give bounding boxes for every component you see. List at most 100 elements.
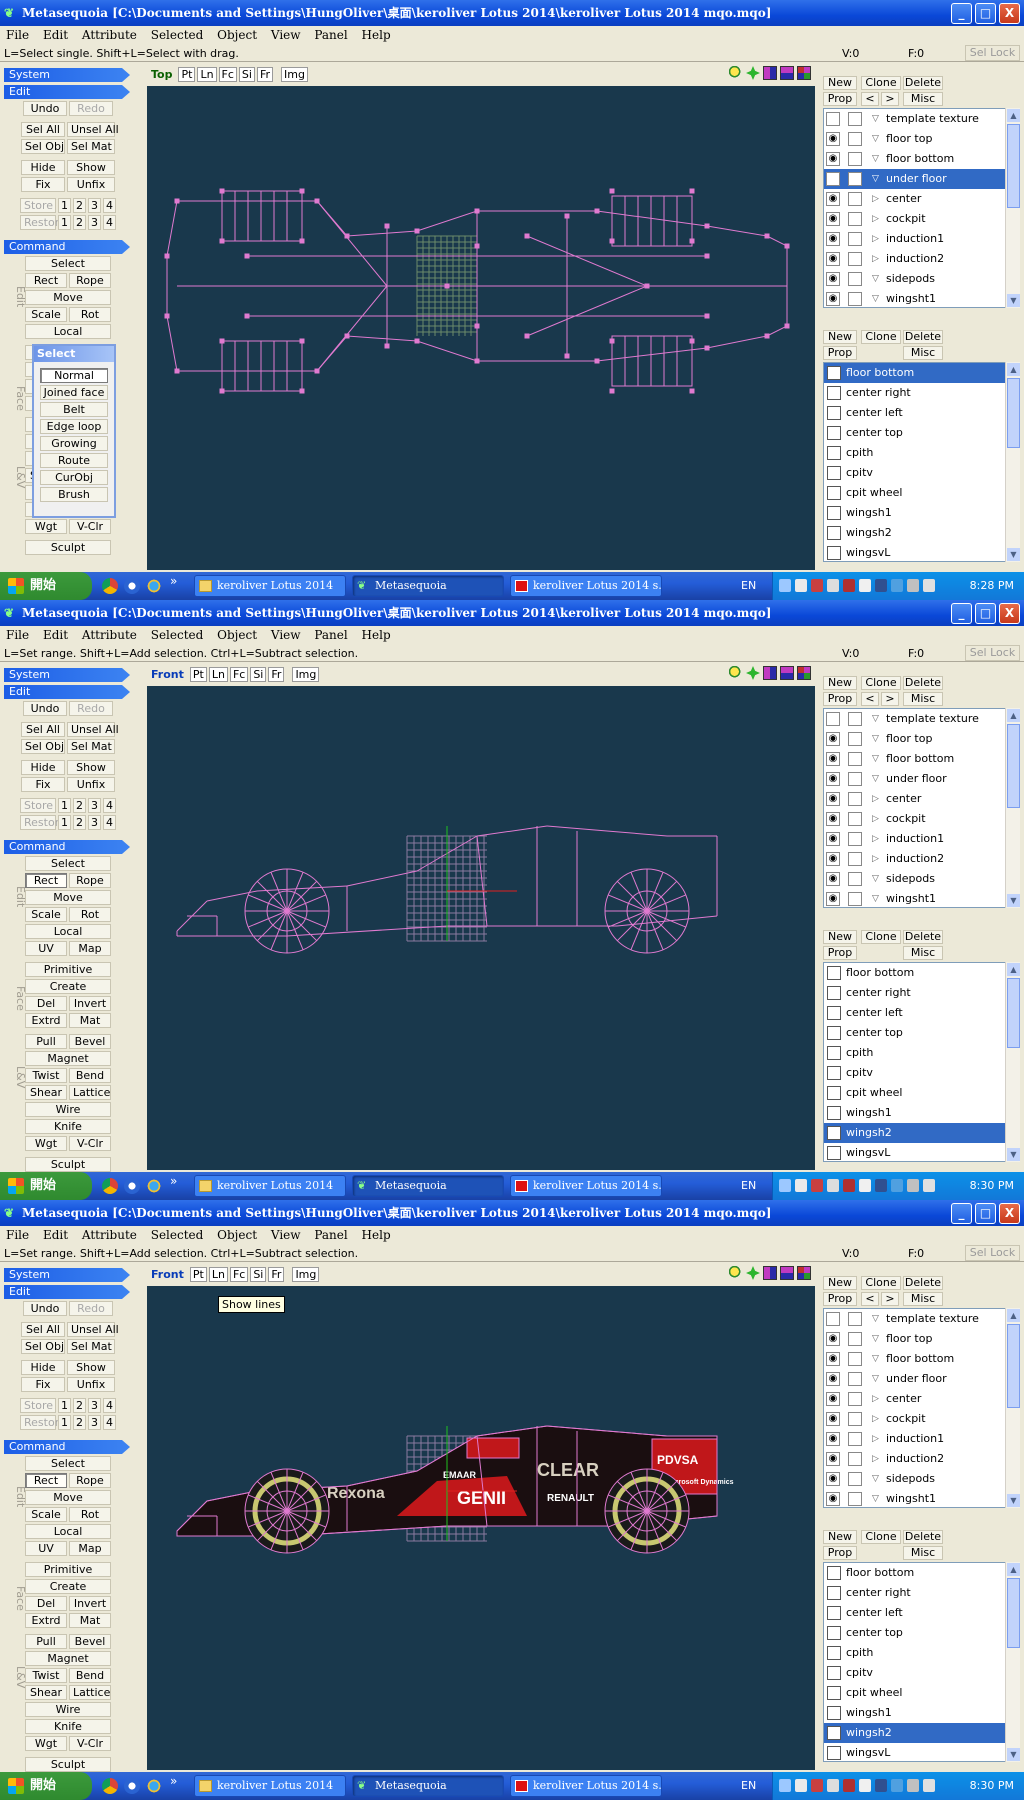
visibility-eye-icon[interactable]: ◉ [826,852,840,866]
object-list-scrollbar[interactable]: ▲ ▼ [1005,708,1020,908]
single-view-icon[interactable] [763,1266,777,1280]
lock-toggle[interactable] [848,1372,862,1386]
select-all-button[interactable]: Sel All [21,722,65,737]
collapse-arrow-icon[interactable]: ▽ [872,149,879,169]
task-image[interactable]: keroliver Lotus 2014 s... [510,1775,662,1797]
fix-button[interactable]: Fix [21,177,65,192]
volume-icon[interactable] [827,1779,839,1792]
material-checkbox[interactable] [827,426,841,440]
delete-command-button[interactable]: Del [25,996,67,1011]
image-toggle[interactable]: Img [292,1266,320,1282]
restore-slot-1[interactable]: 1 [58,215,71,230]
restore-button[interactable]: Restore [20,215,66,230]
collapse-arrow-icon[interactable]: ▽ [872,749,879,769]
silhouette-toggle[interactable]: Si [250,1266,267,1282]
select-option-button[interactable]: CurObj [40,470,108,485]
unselect-all-button[interactable]: Unsel All [67,722,119,737]
material-list-scrollbar[interactable]: ▲ ▼ [1005,362,1020,562]
select-material-button[interactable]: Sel Mat [67,739,115,754]
rotate-command-button[interactable]: Rot [69,307,111,322]
edit-header[interactable]: Edit [4,1285,130,1299]
viewport-canvas[interactable] [147,686,815,1170]
material-checkbox[interactable] [827,1086,841,1100]
material-new-button[interactable]: New [823,930,857,944]
scale-command-button[interactable]: Scale [25,907,67,922]
zoom-icon[interactable] [729,666,743,680]
material-checkbox[interactable] [827,966,841,980]
menu-panel[interactable]: Panel [314,1228,347,1242]
visibility-eye-icon[interactable] [826,112,840,126]
select-option-button[interactable]: Growing [40,436,108,451]
lock-toggle[interactable] [848,872,862,886]
monitor-icon[interactable] [875,1779,887,1792]
expand-arrow-icon[interactable]: ▷ [872,789,879,809]
visibility-eye-icon[interactable] [826,712,840,726]
unfix-button[interactable]: Unfix [67,777,115,792]
scroll-thumb[interactable] [1007,978,1020,1048]
lock-toggle[interactable] [848,772,862,786]
object-row[interactable]: ◉ ▽ floor top [824,729,1005,749]
sculpt-command-button[interactable]: Sculpt [25,1157,111,1172]
show-lines-toggle[interactable]: Ln [208,1266,228,1282]
object-row[interactable]: ◉ ▽ floor top [824,129,1005,149]
lock-toggle[interactable] [848,1312,862,1326]
single-view-icon[interactable] [763,66,777,80]
chat-icon[interactable] [923,579,935,592]
rope-mode-button[interactable]: Rope [69,273,111,288]
local-command-button[interactable]: Local [25,924,111,939]
restore-slot-4[interactable]: 4 [103,815,116,830]
map-command-button[interactable]: Map [69,1541,111,1556]
material-row[interactable]: center left [824,1603,1005,1623]
silhouette-toggle[interactable]: Si [250,666,267,682]
quad-view-icon[interactable] [797,666,811,680]
material-checkbox[interactable] [827,1726,841,1740]
move-command-button[interactable]: Move [25,890,111,905]
weight-command-button[interactable]: Wgt [25,519,67,534]
maximize-button[interactable]: □ [975,1203,996,1224]
material-command-button[interactable]: Mat [69,1013,111,1028]
material-new-button[interactable]: New [823,1530,857,1544]
pan-icon[interactable] [746,1266,760,1280]
chrome-icon[interactable] [102,1178,118,1194]
visibility-eye-icon[interactable]: ◉ [826,732,840,746]
material-list-scrollbar[interactable]: ▲ ▼ [1005,962,1020,1162]
object-row[interactable]: ◉ ▽ under floor [824,1369,1005,1389]
restore-slot-1[interactable]: 1 [58,1415,71,1430]
visibility-eye-icon[interactable]: ◉ [826,872,840,886]
command-header[interactable]: Command [4,840,130,854]
visibility-eye-icon[interactable]: ◉ [826,152,840,166]
lock-toggle[interactable] [848,1452,862,1466]
vertex-color-command-button[interactable]: V-Clr [69,1136,111,1151]
expand-arrow-icon[interactable]: ▷ [872,1389,879,1409]
hide-button[interactable]: Hide [21,160,65,175]
material-row[interactable]: cpitv [824,1663,1005,1683]
visibility-eye-icon[interactable]: ◉ [826,172,840,186]
object-prev-button[interactable]: < [861,92,879,106]
rect-mode-button[interactable]: Rect [25,273,67,288]
material-checkbox[interactable] [827,386,841,400]
show-button[interactable]: Show [67,1360,115,1375]
material-checkbox[interactable] [827,1626,841,1640]
material-checkbox[interactable] [827,466,841,480]
store-slot-1[interactable]: 1 [58,798,71,813]
start-button[interactable]: 開始 [0,572,92,600]
lock-toggle[interactable] [848,1472,862,1486]
object-row[interactable]: ◉ ▷ cockpit [824,209,1005,229]
material-checkbox[interactable] [827,1586,841,1600]
visibility-eye-icon[interactable]: ◉ [826,1352,840,1366]
visibility-eye-icon[interactable]: ◉ [826,1332,840,1346]
show-button[interactable]: Show [67,160,115,175]
object-row[interactable]: ◉ ▷ induction1 [824,229,1005,249]
restore-slot-1[interactable]: 1 [58,815,71,830]
store-slot-4[interactable]: 4 [103,198,116,213]
update-icon[interactable] [891,1179,903,1192]
material-row[interactable]: center left [824,1003,1005,1023]
material-misc-button[interactable]: Misc [903,346,943,360]
title-bar[interactable]: ❦ Metasequoia [C:\Documents and Settings… [0,600,1024,626]
volume-icon[interactable] [827,579,839,592]
show-lines-toggle[interactable]: Ln [197,66,217,82]
undo-button[interactable]: Undo [23,701,67,716]
scroll-up-icon[interactable]: ▲ [1007,109,1020,122]
select-material-button[interactable]: Sel Mat [67,139,115,154]
silhouette-toggle[interactable]: Si [238,66,255,82]
